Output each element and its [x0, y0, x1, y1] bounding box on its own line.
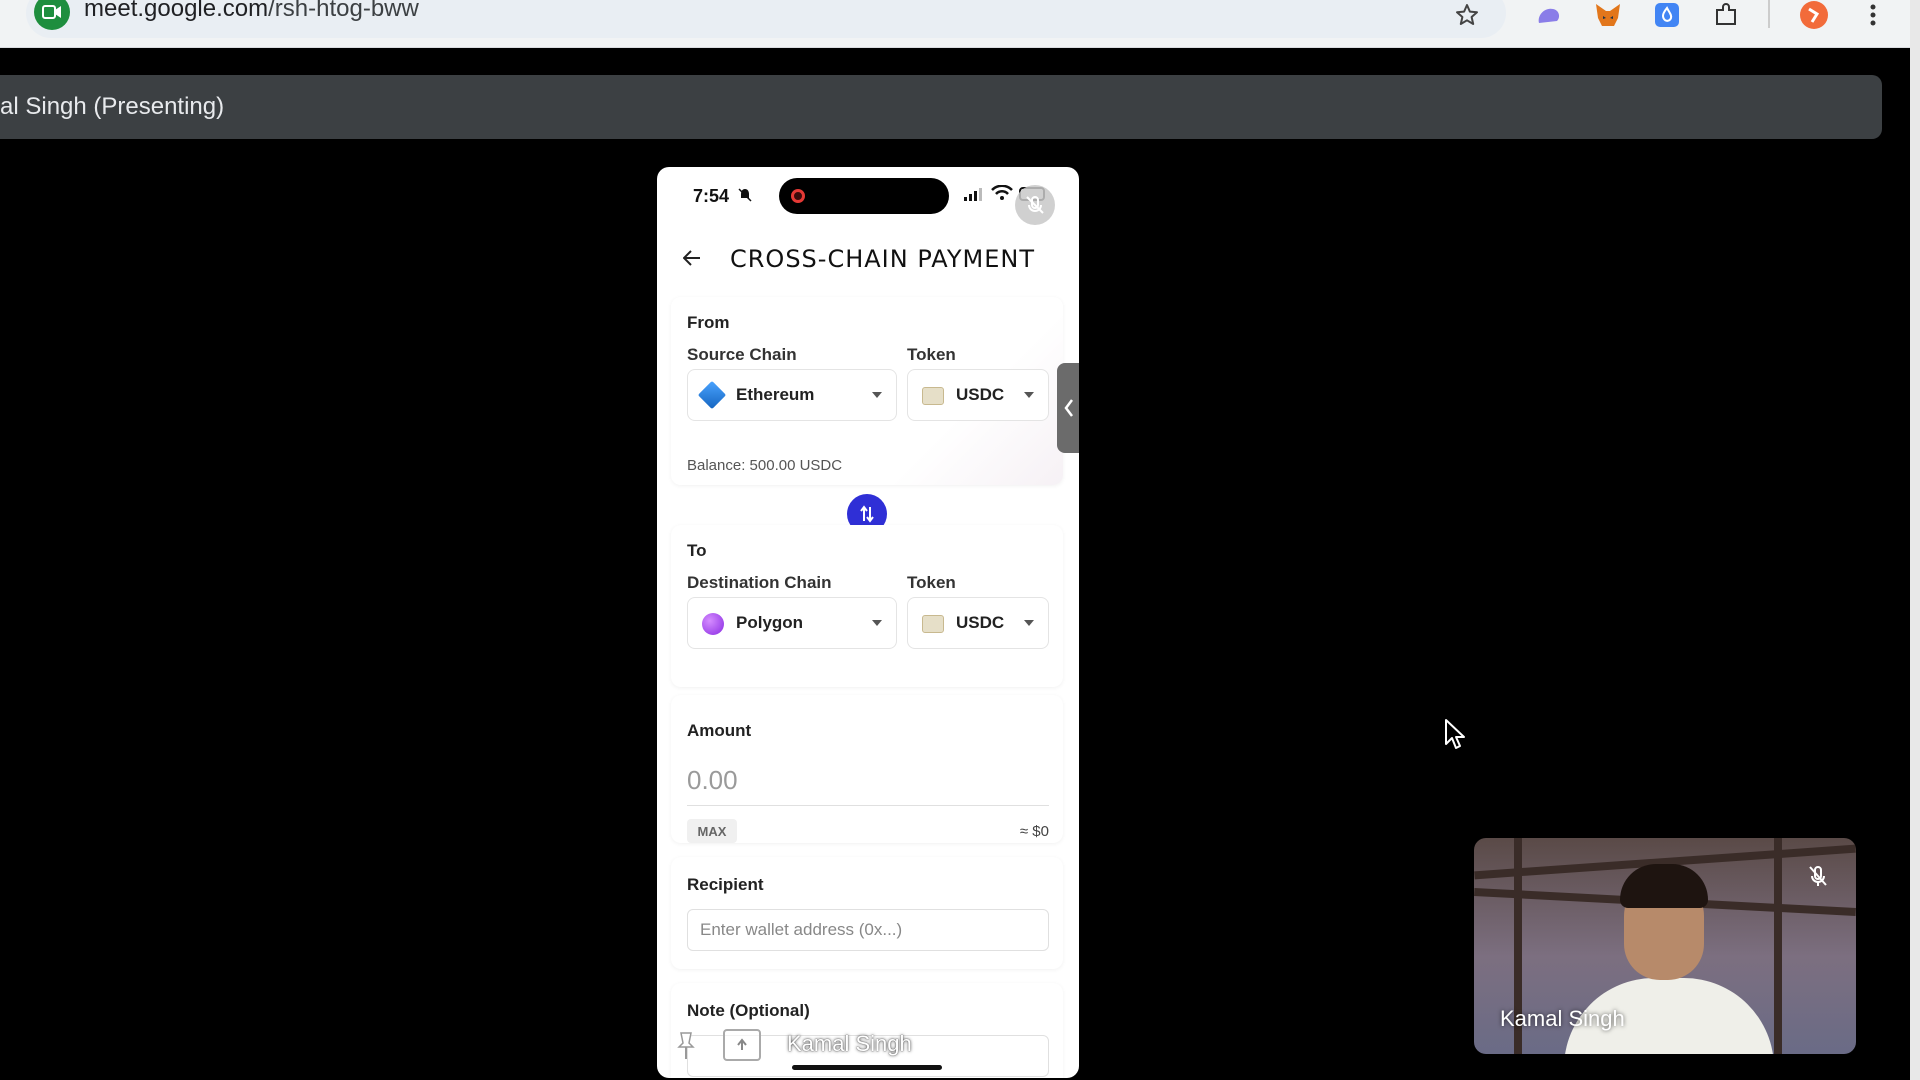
background-rafter: [1774, 838, 1782, 1054]
wallet-address-input[interactable]: [687, 909, 1049, 951]
extension-blue-icon[interactable]: [1652, 0, 1682, 30]
chevron-down-icon: [1024, 620, 1034, 626]
from-label: From: [687, 313, 730, 332]
mic-off-icon: [1804, 862, 1832, 890]
browser-toolbar: meet.google.com/rsh-htog-bww: [0, 0, 1910, 48]
to-token-value: USDC: [956, 613, 1005, 632]
from-card: From Source Chain Token Ethereum USDC Ba…: [671, 297, 1063, 485]
from-token-value: USDC: [956, 385, 1005, 404]
puzzle-icon[interactable]: [1711, 0, 1741, 30]
extension-cloud-icon[interactable]: [1534, 0, 1564, 30]
destination-chain-label: Destination Chain: [687, 573, 832, 592]
presenter-name-overlay: Kamal Singh: [787, 1031, 912, 1056]
mic-off-icon: [1015, 185, 1055, 225]
app-header: CROSS-CHAIN PAYMENT: [657, 235, 1079, 285]
participant-hair: [1620, 864, 1708, 908]
home-indicator: [792, 1065, 942, 1070]
destination-chain-select[interactable]: Polygon: [687, 597, 897, 649]
back-arrow-icon[interactable]: [679, 245, 705, 271]
from-token-label: Token: [907, 345, 956, 364]
pin-icon[interactable]: [675, 1031, 697, 1061]
chevron-down-icon: [872, 620, 882, 626]
destination-chain-value: Polygon: [736, 613, 804, 632]
amount-card: Amount 0.00 MAX ≈ $0: [671, 695, 1063, 843]
status-time: 7:54: [693, 186, 730, 206]
to-token-select[interactable]: USDC: [907, 597, 1049, 649]
presenting-bar: al Singh (Presenting): [0, 75, 1882, 139]
from-token-select[interactable]: USDC: [907, 369, 1049, 421]
presenting-label: al Singh (Presenting): [0, 93, 225, 120]
star-icon[interactable]: [1452, 0, 1482, 30]
signal-icon: [964, 188, 982, 201]
shared-phone-screen: 7:54 CROSS-CHAIN PAYMENT From Source Cha…: [657, 167, 1079, 1078]
profile-avatar-icon[interactable]: [1799, 0, 1829, 30]
recipient-label: Recipient: [687, 875, 764, 894]
wifi-icon: [991, 185, 1013, 200]
ethereum-icon: [697, 380, 727, 410]
usd-approx-value: ≈ $0: [1019, 823, 1049, 840]
self-view-tile[interactable]: Kamal Singh: [1474, 838, 1856, 1054]
metamask-icon[interactable]: [1593, 0, 1623, 30]
silent-bell-icon: [738, 188, 752, 202]
to-card: To Destination Chain Token Polygon USDC: [671, 525, 1063, 687]
source-chain-label: Source Chain: [687, 345, 797, 364]
page-title: CROSS-CHAIN PAYMENT: [730, 245, 1035, 273]
usdc-icon: [922, 387, 944, 405]
url-text[interactable]: meet.google.com/rsh-htog-bww: [84, 0, 419, 23]
window-scrollbar[interactable]: [1910, 0, 1920, 1080]
recording-icon: [791, 189, 805, 203]
self-view-name: Kamal Singh: [1500, 1006, 1625, 1031]
source-chain-value: Ethereum: [736, 385, 815, 404]
present-screen-icon[interactable]: [723, 1029, 761, 1061]
amount-underline: [687, 805, 1049, 806]
to-label: To: [687, 541, 707, 560]
max-button[interactable]: MAX: [687, 819, 737, 843]
phone-status-bar: 7:54: [657, 167, 1079, 227]
chevron-down-icon: [1024, 392, 1034, 398]
amount-input[interactable]: 0.00: [687, 765, 738, 796]
mouse-cursor-icon: [1445, 719, 1465, 749]
url-path: /rsh-htog-bww: [268, 0, 419, 22]
dynamic-island: [779, 178, 949, 214]
amount-label: Amount: [687, 721, 752, 740]
source-chain-select[interactable]: Ethereum: [687, 369, 897, 421]
recipient-card: Recipient: [671, 857, 1063, 969]
to-token-label: Token: [907, 573, 956, 592]
side-drawer-handle[interactable]: [1057, 363, 1079, 453]
more-vert-icon[interactable]: [1858, 0, 1888, 30]
note-label: Note (Optional): [687, 1001, 810, 1020]
chevron-down-icon: [872, 392, 882, 398]
toolbar-divider: [1768, 0, 1770, 28]
balance-text: Balance: 500.00 USDC: [687, 457, 843, 474]
url-host: meet.google.com: [84, 0, 269, 22]
usdc-icon: [922, 615, 944, 633]
polygon-icon: [702, 613, 724, 635]
